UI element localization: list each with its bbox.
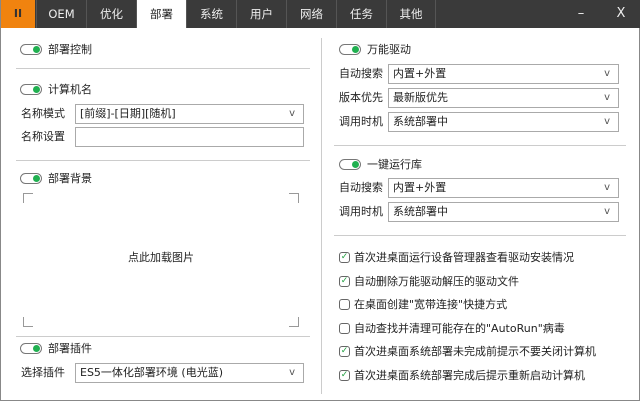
chevron-down-icon: v: [289, 108, 295, 119]
select-value: 内置+外置: [393, 67, 447, 80]
option-checkbox[interactable]: [339, 322, 350, 334]
select-value: 最新版优先: [393, 91, 448, 104]
driver-timing-select[interactable]: 系统部署中 v: [388, 112, 619, 132]
chevron-down-icon: v: [289, 367, 295, 378]
runtime-label: 一键运行库: [367, 158, 422, 171]
driver-version-select[interactable]: 最新版优先 v: [388, 88, 619, 108]
tab-bar: II OEM 优化 部署 系统 用户 网络 任务 其他 – X: [1, 0, 640, 28]
driver-search-select[interactable]: 内置+外置 v: [388, 64, 619, 84]
corner-mark: [23, 317, 33, 327]
driver-label: 万能驱动: [367, 43, 411, 56]
corner-mark: [289, 317, 299, 327]
option-checkbox[interactable]: [339, 299, 350, 311]
plugin-select[interactable]: ES5一体化部署环境 (电光蓝) v: [75, 363, 304, 383]
tab-other[interactable]: 其他: [386, 0, 436, 28]
option-label[interactable]: 首次进桌面系统部署完成后提示重新启动计算机: [354, 369, 585, 383]
close-button[interactable]: X: [606, 0, 636, 28]
option-label[interactable]: 首次进桌面系统部署未完成前提示不要关闭计算机: [354, 345, 596, 359]
tab-system[interactable]: 系统: [186, 0, 236, 28]
plugin-label: 部署插件: [48, 342, 92, 355]
tab-optimize[interactable]: 优化: [86, 0, 136, 28]
divider: [16, 68, 310, 69]
runtime-search-label: 自动搜索: [339, 181, 383, 194]
select-plugin-label: 选择插件: [21, 366, 65, 379]
corner-mark: [23, 193, 33, 203]
runtime-timing-label: 调用时机: [339, 205, 383, 218]
computer-name-toggle[interactable]: [20, 84, 42, 95]
divider: [334, 145, 626, 146]
plugin-value: ES5一体化部署环境 (电光蓝): [80, 366, 224, 379]
chevron-down-icon: v: [604, 68, 610, 79]
tab-user[interactable]: 用户: [236, 0, 286, 28]
window: II OEM 优化 部署 系统 用户 网络 任务 其他 – X 部署控制 计算机…: [0, 0, 640, 401]
deploy-control-label: 部署控制: [48, 43, 92, 56]
name-mode-value: [前缀]-[日期][随机]: [80, 107, 176, 120]
select-value: 内置+外置: [393, 181, 447, 194]
driver-search-label: 自动搜索: [339, 67, 383, 80]
divider: [16, 160, 310, 161]
chevron-down-icon: v: [604, 206, 610, 217]
select-value: 系统部署中: [393, 115, 448, 128]
option-checkbox[interactable]: ✓: [339, 275, 350, 287]
tab-oem[interactable]: OEM: [36, 0, 86, 28]
driver-version-label: 版本优先: [339, 91, 383, 104]
deploy-control-toggle[interactable]: [20, 44, 42, 55]
name-mode-select[interactable]: [前缀]-[日期][随机] v: [75, 104, 304, 124]
load-image-area[interactable]: 点此加载图片: [23, 193, 299, 327]
runtime-toggle[interactable]: [339, 159, 361, 170]
corner-mark: [289, 193, 299, 203]
plugin-toggle[interactable]: [20, 343, 42, 354]
chevron-down-icon: v: [604, 116, 610, 127]
option-label[interactable]: 首次进桌面运行设备管理器查看驱动安装情况: [354, 251, 574, 265]
load-image-text: 点此加载图片: [128, 251, 194, 264]
option-checkbox[interactable]: ✓: [339, 370, 350, 381]
option-checkbox[interactable]: ✓: [339, 252, 350, 263]
background-label: 部署背景: [48, 172, 92, 185]
tab-task[interactable]: 任务: [336, 0, 386, 28]
chevron-down-icon: v: [604, 182, 610, 193]
background-toggle[interactable]: [20, 173, 42, 184]
minimize-button[interactable]: –: [566, 0, 596, 28]
runtime-search-select[interactable]: 内置+外置 v: [388, 178, 619, 198]
driver-timing-label: 调用时机: [339, 115, 383, 128]
column-divider: [321, 38, 322, 394]
option-label[interactable]: 在桌面创建"宽带连接"快捷方式: [354, 298, 507, 312]
tab-network[interactable]: 网络: [286, 0, 336, 28]
runtime-timing-select[interactable]: 系统部署中 v: [388, 202, 619, 222]
name-setting-label: 名称设置: [21, 130, 65, 143]
option-label[interactable]: 自动查找并清理可能存在的"AutoRun"病毒: [354, 322, 565, 336]
option-label[interactable]: 自动删除万能驱动解压的驱动文件: [354, 275, 519, 289]
tab-deploy[interactable]: 部署: [136, 0, 186, 28]
name-mode-label: 名称模式: [21, 107, 65, 120]
name-setting-input[interactable]: [75, 127, 304, 147]
driver-toggle[interactable]: [339, 44, 361, 55]
divider: [16, 336, 310, 337]
app-logo[interactable]: II: [1, 0, 35, 28]
computer-name-label: 计算机名: [48, 83, 92, 96]
chevron-down-icon: v: [604, 92, 610, 103]
option-checkbox[interactable]: ✓: [339, 346, 350, 358]
select-value: 系统部署中: [393, 205, 448, 218]
divider: [334, 235, 626, 236]
